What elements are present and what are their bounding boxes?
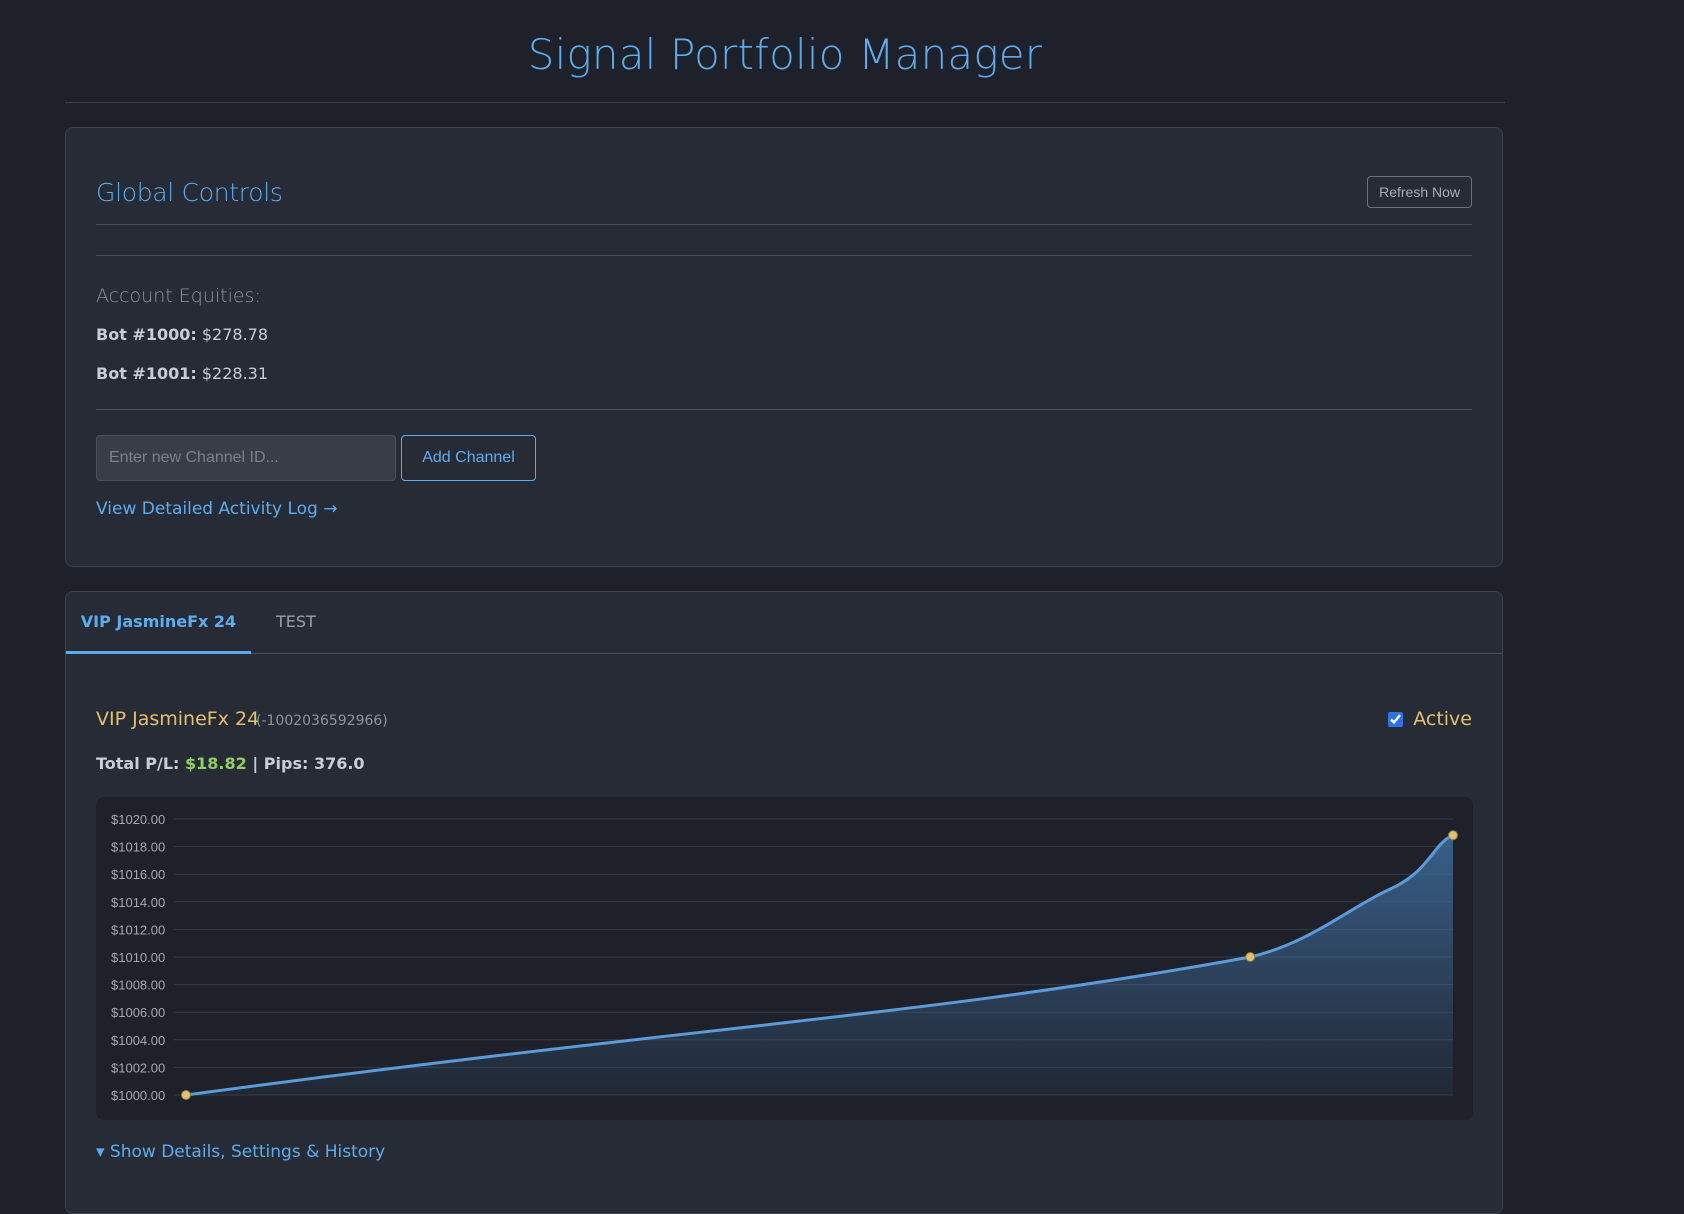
data-point xyxy=(1448,830,1458,841)
page: Signal Portfolio Manager Global Controls… xyxy=(65,0,1505,1214)
bot-equity-value: $278.78 xyxy=(201,325,269,344)
channel-tabs: VIP JasmineFx 24 TEST xyxy=(65,591,1503,654)
bot-label: Bot #1001: xyxy=(96,364,197,383)
y-tick-label: $1016.00 xyxy=(111,867,165,882)
account-equities-label: Account Equities: xyxy=(96,285,261,307)
data-point xyxy=(181,1090,191,1100)
global-controls-card: Global Controls Refresh Now Account Equi… xyxy=(65,127,1503,567)
y-tick-label: $1008.00 xyxy=(111,978,165,993)
y-tick-label: $1004.00 xyxy=(111,1033,165,1048)
controls-header: Global Controls Refresh Now xyxy=(96,176,1472,225)
refresh-now-button[interactable]: Refresh Now xyxy=(1367,176,1472,208)
equity-chart: $1020.00 $1018.00 $1016.00 $1014.00 $1012.00… xyxy=(96,797,1473,1120)
bot-label: Bot #1000: xyxy=(96,325,197,344)
controls-title: Global Controls xyxy=(96,178,283,207)
active-checkbox[interactable] xyxy=(1388,711,1404,727)
active-toggle: Active xyxy=(1388,708,1472,730)
bot-equity-value: $228.31 xyxy=(201,364,269,383)
equity-row: Bot #1000: $278.78 xyxy=(96,325,268,344)
y-tick-label: $1006.00 xyxy=(111,1005,165,1020)
add-channel-button[interactable]: Add Channel xyxy=(401,435,536,481)
tab-test[interactable]: TEST xyxy=(276,592,316,653)
active-label: Active xyxy=(1413,708,1472,730)
pl-value: $18.82 xyxy=(185,754,247,773)
show-details-toggle[interactable]: ▾ Show Details, Settings & History xyxy=(96,1142,385,1162)
y-tick-label: $1002.00 xyxy=(111,1060,165,1075)
channel-id: (-1002036592966) xyxy=(256,713,388,729)
pips-value: 376.0 xyxy=(313,754,365,773)
tab-vip-jasminefx-24[interactable]: VIP JasmineFx 24 xyxy=(66,592,251,654)
y-tick-label: $1012.00 xyxy=(111,922,165,937)
pl-label: Total P/L: xyxy=(96,754,180,773)
pl-summary: Total P/L: $18.82 | Pips: 376.0 xyxy=(96,754,365,773)
pips-label: Pips: xyxy=(263,754,309,773)
y-tick-label: $1010.00 xyxy=(111,950,165,965)
divider xyxy=(96,409,1472,410)
channel-name: VIP JasmineFx 24 xyxy=(96,708,260,730)
channel-id-input[interactable] xyxy=(96,435,396,481)
equity-row: Bot #1001: $228.31 xyxy=(96,364,268,383)
title-divider xyxy=(65,102,1505,103)
equity-chart-svg: $1020.00 $1018.00 $1016.00 $1014.00 $1012.00… xyxy=(111,812,1458,1103)
channel-panel: VIP JasmineFx 24 (-1002036592966) Active… xyxy=(65,654,1503,1214)
y-tick-label: $1020.00 xyxy=(111,812,165,827)
data-point xyxy=(1245,952,1256,962)
activity-log-link[interactable]: View Detailed Activity Log → xyxy=(96,499,337,519)
y-tick-label: $1018.00 xyxy=(111,840,165,855)
y-tick-label: $1014.00 xyxy=(111,895,165,910)
page-title: Signal Portfolio Manager xyxy=(527,30,1043,79)
divider xyxy=(96,255,1472,256)
y-tick-label: $1000.00 xyxy=(111,1088,165,1103)
separator: | xyxy=(252,754,259,773)
